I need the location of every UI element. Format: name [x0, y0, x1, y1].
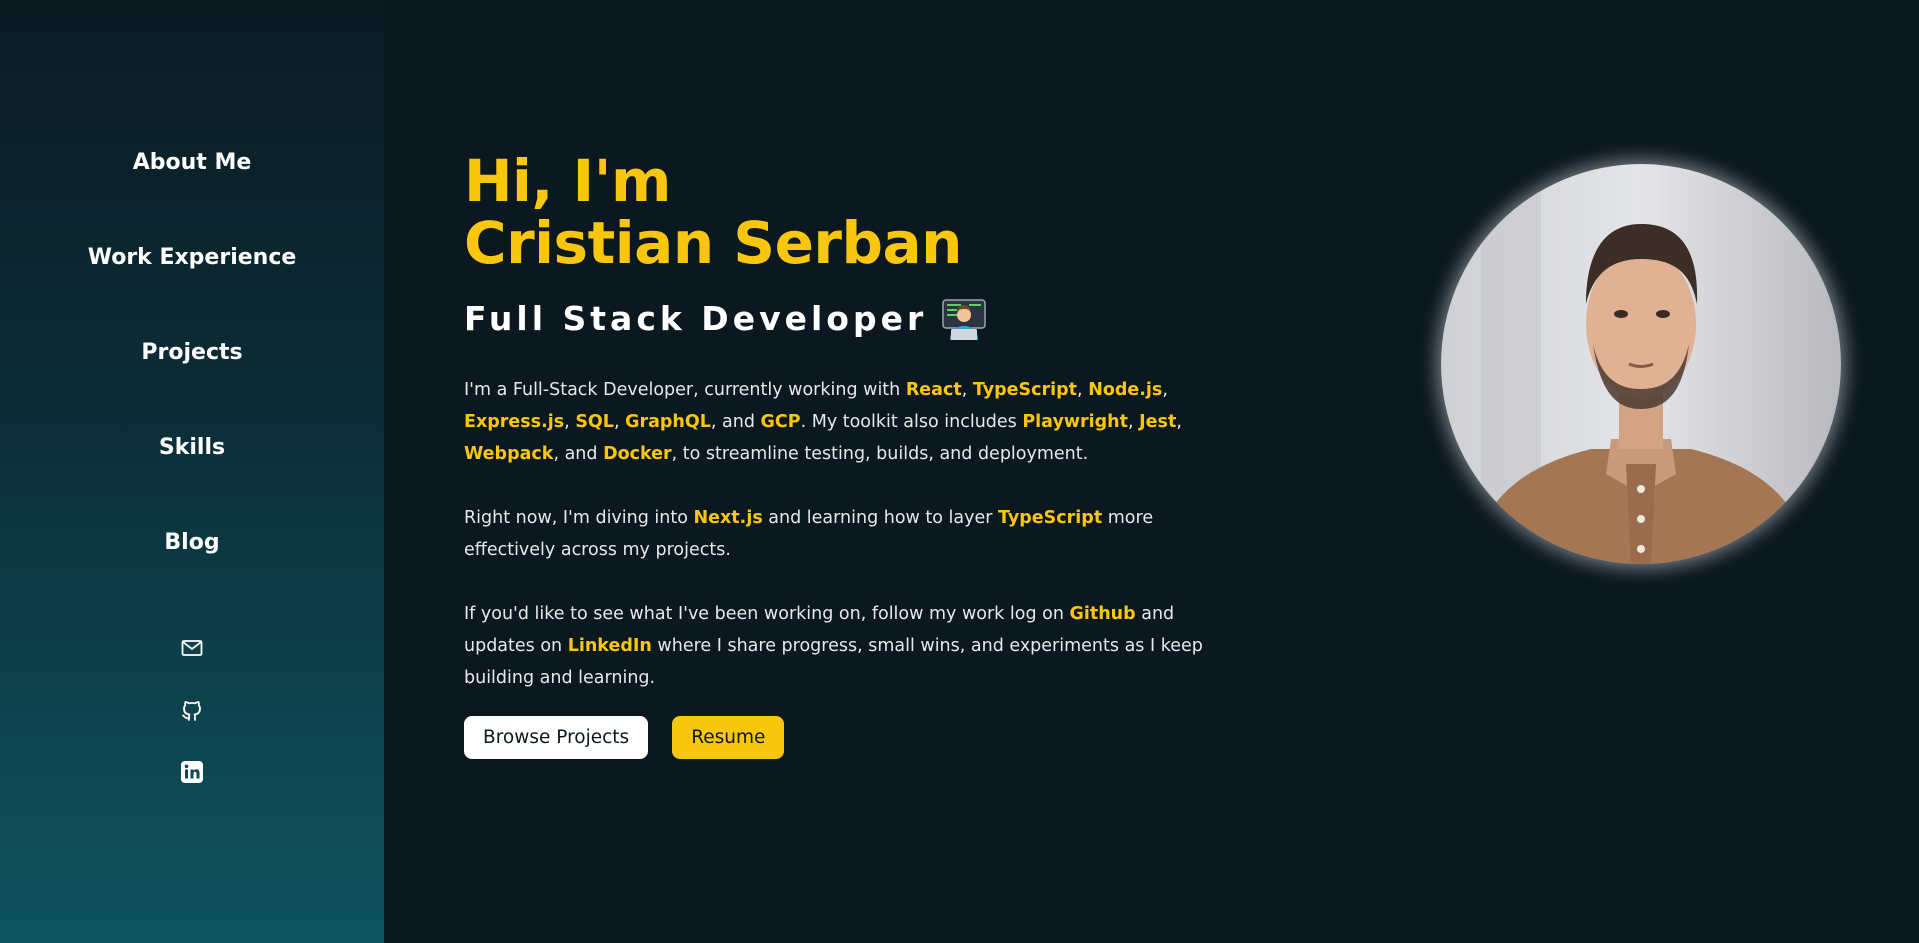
hero-role-text: Full Stack Developer: [464, 299, 928, 338]
nav-item-blog[interactable]: Blog: [0, 508, 384, 603]
hero-name: Cristian Serban: [464, 209, 962, 277]
skill-node: Node.js: [1088, 380, 1163, 400]
skill-nextjs: Next.js: [693, 508, 763, 528]
text: ,: [1162, 380, 1168, 400]
cta-buttons: Browse Projects Resume: [464, 716, 1224, 759]
intro-paragraph-1: I'm a Full-Stack Developer, currently wo…: [464, 374, 1224, 470]
technologist-emoji-icon: [941, 296, 987, 342]
skill-express: Express.js: [464, 412, 565, 432]
skill-docker: Docker: [603, 444, 672, 464]
text: ,: [1077, 380, 1089, 400]
hero-heading: Hi, I'm Cristian Serban: [464, 150, 1224, 274]
github-icon[interactable]: [178, 696, 206, 724]
skill-playwright: Playwright: [1022, 412, 1129, 432]
text: ,: [1128, 412, 1140, 432]
skill-jest: Jest: [1139, 412, 1177, 432]
skill-gcp: GCP: [760, 412, 801, 432]
intro-paragraph-2: Right now, I'm diving into Next.js and l…: [464, 502, 1224, 566]
nav-item-work-experience[interactable]: Work Experience: [0, 223, 384, 318]
text: If you'd like to see what I've been work…: [464, 604, 1070, 624]
resume-button[interactable]: Resume: [672, 716, 785, 759]
nav-item-skills[interactable]: Skills: [0, 413, 384, 508]
skill-sql: SQL: [575, 412, 614, 432]
skill-typescript: TypeScript: [972, 380, 1078, 400]
skill-webpack: Webpack: [464, 444, 554, 464]
skill-graphql: GraphQL: [625, 412, 711, 432]
mail-icon[interactable]: [178, 634, 206, 662]
linkedin-link[interactable]: LinkedIn: [568, 636, 652, 656]
skill-typescript-2: TypeScript: [998, 508, 1103, 528]
social-links: [0, 634, 384, 820]
github-link[interactable]: Github: [1070, 604, 1136, 624]
browse-projects-button[interactable]: Browse Projects: [464, 716, 649, 759]
intro-paragraph-3: If you'd like to see what I've been work…: [464, 598, 1224, 694]
text: ,: [613, 412, 626, 432]
text: ,: [564, 412, 576, 432]
nav-item-projects[interactable]: Projects: [0, 318, 384, 413]
hero-section: Hi, I'm Cristian Serban Full Stack Devel…: [464, 150, 1224, 759]
text: and learning how to layer: [762, 508, 999, 528]
sidebar: About Me Work Experience Projects Skills…: [0, 0, 384, 943]
text: ,: [1176, 412, 1182, 432]
text: , and: [553, 444, 604, 464]
text: ,: [961, 380, 973, 400]
hero-greeting: Hi, I'm: [464, 147, 671, 215]
text: , and: [710, 412, 761, 432]
skill-react: React: [905, 380, 962, 400]
text: , to streamline testing, builds, and dep…: [671, 444, 1089, 464]
profile-photo: [1441, 164, 1841, 564]
hero-role: Full Stack Developer: [464, 296, 1224, 342]
text: Right now, I'm diving into: [464, 508, 694, 528]
sidebar-nav: About Me Work Experience Projects Skills…: [0, 128, 384, 603]
text: I'm a Full-Stack Developer, currently wo…: [464, 380, 906, 400]
linkedin-icon[interactable]: [178, 758, 206, 786]
nav-item-about-me[interactable]: About Me: [0, 128, 384, 223]
text: . My toolkit also includes: [800, 412, 1023, 432]
